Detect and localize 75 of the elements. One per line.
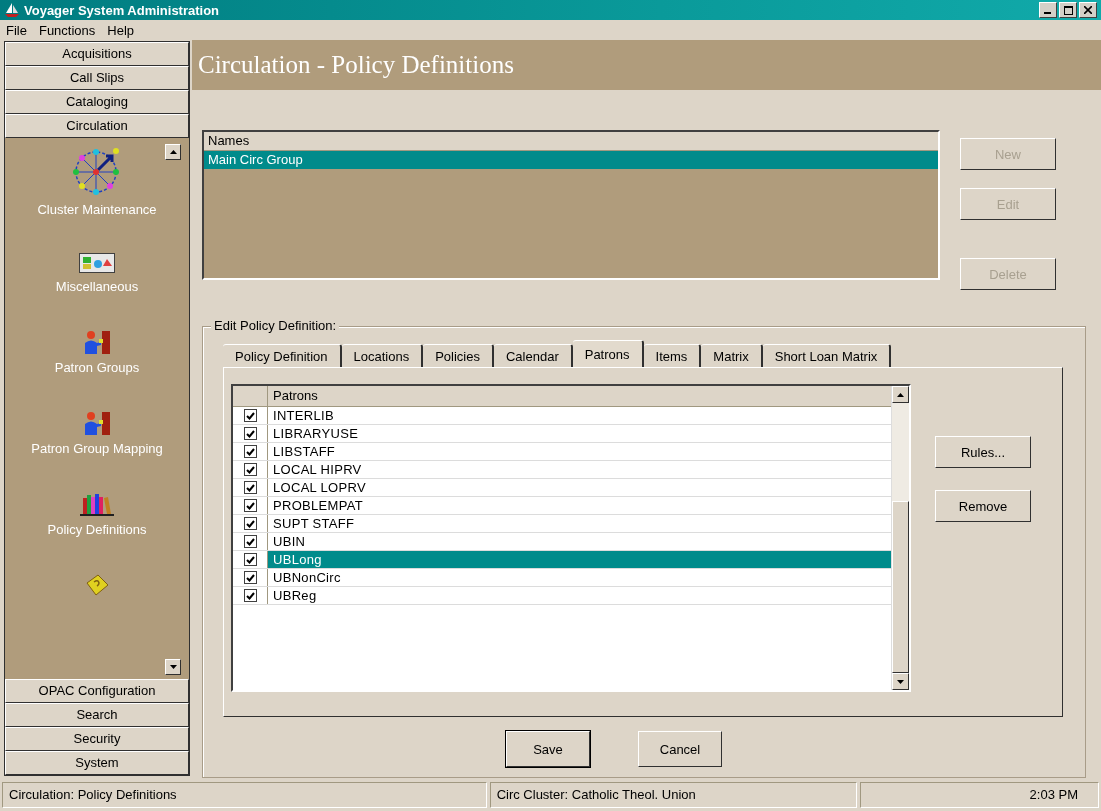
checkbox[interactable]: [243, 481, 257, 494]
list-row[interactable]: UBIN: [268, 533, 891, 550]
patrons-list[interactable]: Patrons INTERLIB LIBRARYUSE LIBSTAFF LOCAL HIPRV LOCAL LOPRV PROBLEMPAT SUPT STAFF UBIN UBLong UBNonCirc UBReg: [231, 384, 911, 692]
names-list[interactable]: Names Main Circ Group: [202, 130, 940, 280]
checkbox[interactable]: [243, 499, 257, 512]
module-button[interactable]: Call Slips: [5, 66, 189, 90]
module-button[interactable]: Search: [5, 703, 189, 727]
down-arrow-icon: [169, 665, 177, 669]
up-arrow-icon: [169, 150, 177, 154]
module-button[interactable]: OPAC Configuration: [5, 679, 189, 703]
checkbox[interactable]: [243, 571, 257, 584]
book-icon[interactable]: [84, 573, 110, 597]
tab[interactable]: Policy Definition: [223, 344, 342, 367]
list-row[interactable]: SUPT STAFF: [268, 515, 891, 532]
scrollbar[interactable]: [891, 386, 909, 690]
down-arrow-icon: [897, 679, 904, 684]
status-text: Circ Cluster: Catholic Theol. Union: [489, 782, 857, 808]
maximize-button[interactable]: [1059, 2, 1077, 18]
module-button[interactable]: Circulation: [5, 114, 189, 138]
module-button[interactable]: System: [5, 751, 189, 775]
checkbox[interactable]: [243, 553, 257, 566]
action-button[interactable]: Remove: [935, 490, 1031, 522]
books-icon[interactable]: [79, 492, 115, 516]
checkbox[interactable]: [243, 535, 257, 548]
tab[interactable]: Short Loan Matrix: [762, 344, 892, 367]
wheel-icon[interactable]: [72, 146, 122, 196]
list-row[interactable]: LIBSTAFF: [268, 443, 891, 460]
scroll-down-button[interactable]: [165, 659, 181, 675]
list-row[interactable]: UBLong: [268, 551, 891, 568]
maximize-icon: [1063, 5, 1073, 15]
module-button[interactable]: Cataloging: [5, 90, 189, 114]
dialog-button[interactable]: Cancel: [638, 731, 722, 767]
close-icon: [1084, 6, 1092, 14]
tab[interactable]: Patrons: [572, 340, 644, 367]
list-row[interactable]: LOCAL LOPRV: [268, 479, 891, 496]
status-text: Circulation: Policy Definitions: [2, 782, 487, 808]
list-row[interactable]: PROBLEMPAT: [268, 497, 891, 514]
menu-item[interactable]: File: [6, 22, 27, 38]
module-button[interactable]: Security: [5, 727, 189, 751]
checkbox[interactable]: [243, 463, 257, 476]
tab[interactable]: Locations: [341, 344, 424, 367]
close-button[interactable]: [1079, 2, 1097, 18]
tab[interactable]: Policies: [423, 344, 494, 367]
diagram-icon[interactable]: [79, 253, 115, 273]
list-row[interactable]: LOCAL HIPRV: [268, 461, 891, 478]
checkbox[interactable]: [243, 427, 257, 440]
tab[interactable]: Matrix: [701, 344, 763, 367]
dialog-button[interactable]: Save: [506, 731, 590, 767]
person-at-door-icon[interactable]: [83, 411, 111, 435]
tab[interactable]: Items: [643, 344, 702, 367]
status-text: 2:03 PM: [859, 782, 1099, 808]
list-row[interactable]: Main Circ Group: [204, 151, 938, 169]
list-row[interactable]: LIBRARYUSE: [268, 425, 891, 442]
module-button[interactable]: Acquisitions: [5, 42, 189, 66]
list-row[interactable]: UBReg: [268, 587, 891, 604]
menu-item[interactable]: Functions: [38, 22, 96, 38]
minimize-button[interactable]: [1039, 2, 1057, 18]
scroll-up-button[interactable]: [165, 144, 181, 160]
action-button[interactable]: Rules...: [935, 436, 1031, 468]
checkbox[interactable]: [243, 517, 257, 530]
checkbox[interactable]: [243, 445, 257, 458]
window-title: Voyager System Administration: [24, 2, 221, 18]
menu-item[interactable]: Help: [107, 22, 135, 38]
up-arrow-icon: [897, 392, 904, 397]
group-title: Edit Policy Definition:: [211, 318, 340, 333]
column-header: Names: [204, 132, 938, 151]
checkbox[interactable]: [243, 589, 257, 602]
list-row[interactable]: INTERLIB: [268, 407, 891, 424]
list-row[interactable]: UBNonCirc: [268, 569, 891, 586]
person-at-door-icon[interactable]: [83, 330, 111, 354]
sailboat-icon: [4, 2, 20, 18]
page-heading: Circulation - Policy Definitions: [198, 51, 514, 79]
checkbox[interactable]: [243, 409, 257, 422]
tab[interactable]: Calendar: [493, 344, 573, 367]
column-header: Patrons: [272, 387, 318, 405]
